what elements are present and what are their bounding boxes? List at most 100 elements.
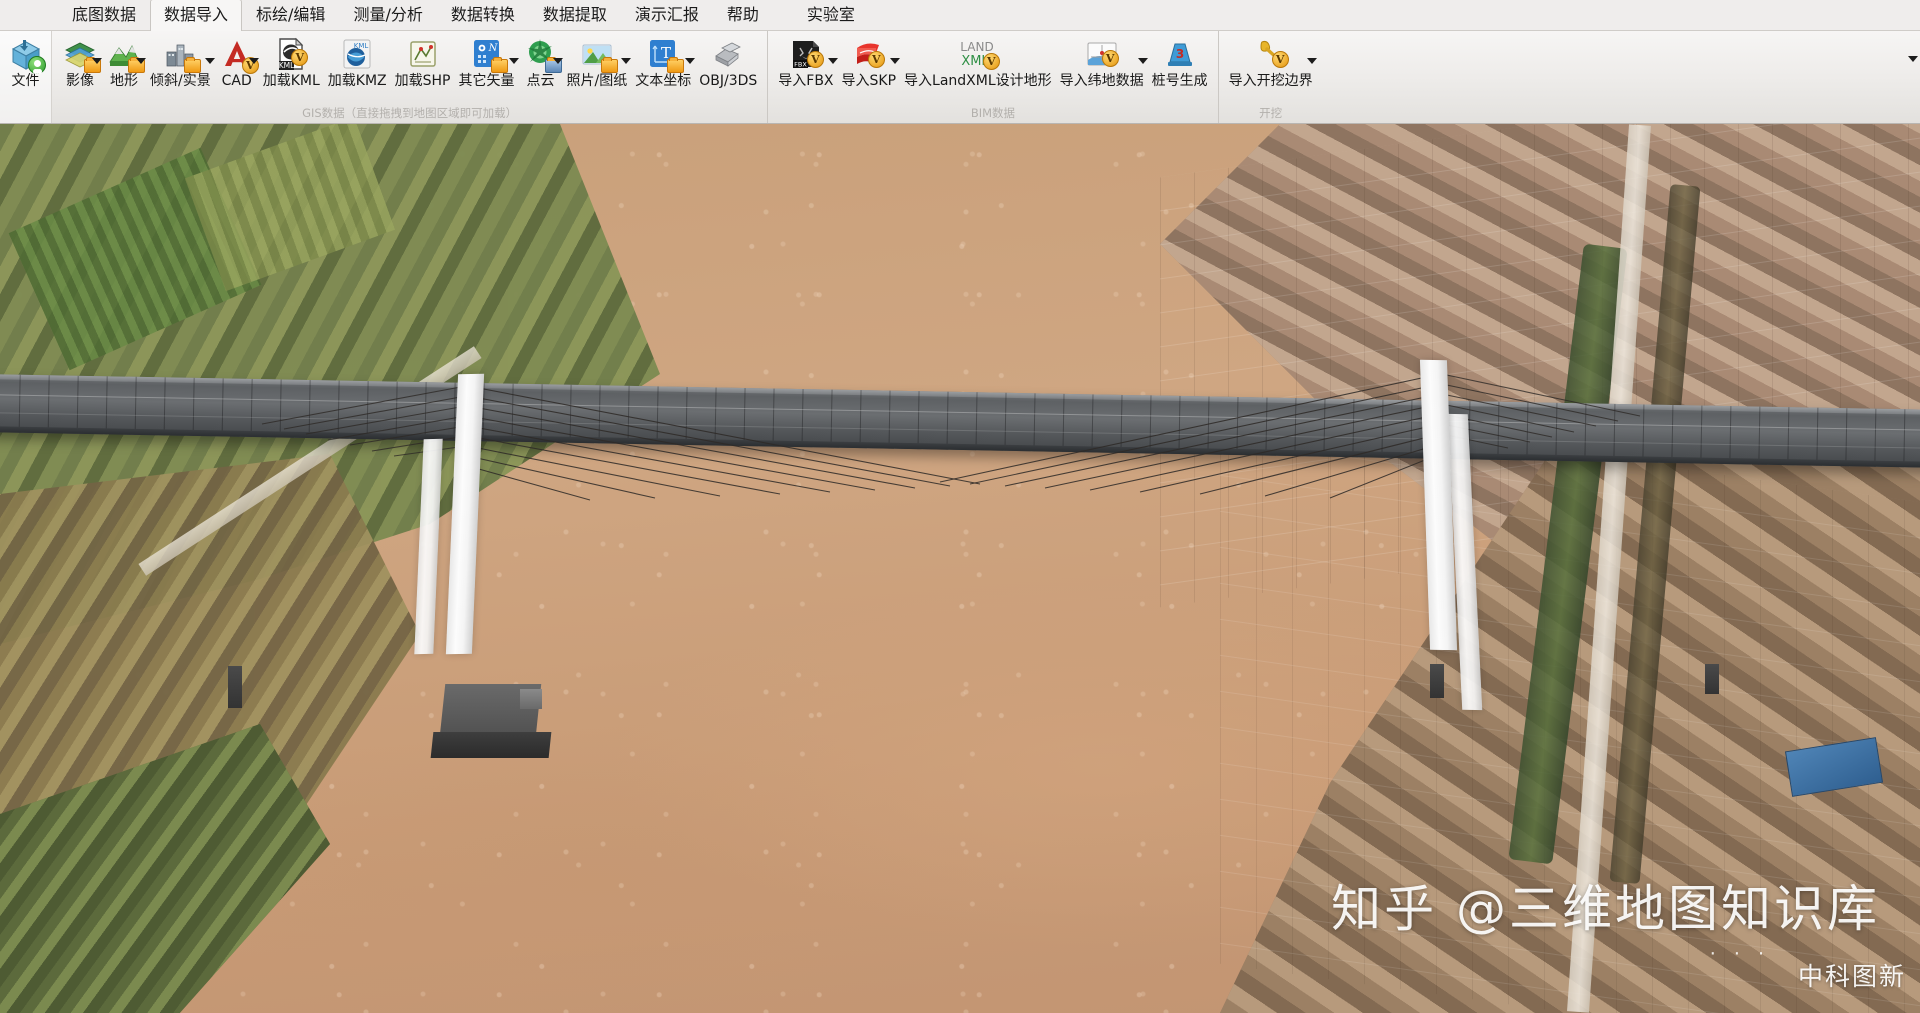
ribbon-item-label: 影像 [66, 73, 94, 89]
chevron-down-icon[interactable] [509, 58, 519, 64]
version-badge-icon: V [868, 51, 885, 68]
station-number-icon: 3 [1162, 36, 1198, 72]
ribbon-item-point-cloud[interactable]: 点云 [519, 36, 563, 89]
ribbon-item-import-skp[interactable]: V 导入SKP [838, 36, 901, 89]
bridge-pier-small [1705, 664, 1719, 694]
ribbon: 底图数据 数据导入 标绘/编辑 测量/分析 数据转换 数据提取 演示汇报 帮助 … [0, 0, 1920, 124]
ribbon-item-label: 点云 [527, 73, 555, 89]
tab-data-extract[interactable]: 数据提取 [529, 0, 621, 30]
ribbon-body: 文件 影像 [0, 31, 1920, 123]
obj-3ds-icon [710, 36, 746, 72]
ribbon-item-load-kmz[interactable]: KML 加载KMZ [324, 36, 391, 89]
version-badge-icon: V [1102, 50, 1119, 67]
ribbon-group-bim-label: BIM数据 [774, 106, 1211, 123]
3d-map-viewport[interactable]: · · · 知乎 @三维地图知识库 中科图新 [0, 124, 1920, 1013]
bridge-pier-cap [520, 689, 542, 709]
tab-base-map-data[interactable]: 底图数据 [58, 0, 150, 30]
ribbon-group-bim: FBX V 导入FBX [767, 31, 1217, 123]
ribbon-item-label: OBJ/3DS [699, 73, 757, 89]
chevron-down-icon[interactable] [828, 58, 838, 64]
fbx-icon: FBX V [788, 36, 824, 72]
ribbon-item-station-generate[interactable]: 3 桩号生成 [1148, 36, 1212, 89]
svg-text:N: N [487, 43, 498, 54]
user-badge-icon [28, 56, 46, 74]
ribbon-item-import-weidi[interactable]: V 导入纬地数据 [1056, 36, 1148, 89]
ribbon-item-label: 加载KML [263, 73, 320, 89]
version-badge-icon: V [1272, 51, 1289, 68]
folder-badge-icon [667, 59, 684, 73]
chevron-down-icon[interactable] [249, 58, 259, 64]
ribbon-item-oblique[interactable]: 倾斜/实景 [146, 36, 215, 89]
svg-text:FBX: FBX [794, 61, 807, 69]
ribbon-item-text-coordinate[interactable]: T 文本坐标 [631, 36, 695, 89]
sketchup-icon: V [851, 36, 887, 72]
text-coordinate-icon: T [645, 36, 681, 72]
weidi-data-icon: V [1084, 36, 1120, 72]
tab-presentation[interactable]: 演示汇报 [621, 0, 713, 30]
ribbon-item-label: 地形 [110, 73, 138, 89]
ribbon-group-excavation-label: 开挖 [1225, 106, 1317, 123]
ribbon-item-label: 导入纬地数据 [1060, 73, 1144, 89]
ribbon-item-import-fbx[interactable]: FBX V 导入FBX [774, 36, 837, 89]
photo-drawing-icon [579, 36, 615, 72]
excavation-shovel-icon: V [1253, 36, 1289, 72]
ribbon-item-label: 其它矢量 [459, 73, 515, 89]
ribbon-item-other-vector[interactable]: N 其它矢量 [455, 36, 519, 89]
ribbon-item-label: 加载SHP [395, 73, 451, 89]
chevron-down-icon[interactable] [205, 58, 215, 64]
landxml-icon: LAND XML V [950, 36, 1006, 72]
ribbon-tabbar: 底图数据 数据导入 标绘/编辑 测量/分析 数据转换 数据提取 演示汇报 帮助 … [0, 0, 1920, 31]
tab-data-import[interactable]: 数据导入 [150, 0, 242, 31]
ribbon-item-label: CAD [222, 73, 252, 89]
ribbon-item-imagery[interactable]: 影像 [58, 36, 102, 89]
application-window: 底图数据 数据导入 标绘/编辑 测量/分析 数据转换 数据提取 演示汇报 帮助 … [0, 0, 1920, 1013]
ribbon-item-cad[interactable]: V CAD [215, 36, 259, 89]
tab-measure-analyze[interactable]: 测量/分析 [339, 0, 436, 30]
chevron-down-icon[interactable] [92, 58, 102, 64]
watermark-main: 知乎 @三维地图知识库 [1331, 869, 1880, 941]
ribbon-group-excavation: V 导入开挖边界 开挖 [1218, 31, 1323, 123]
oblique-city-icon [162, 36, 198, 72]
ribbon-group-excavation-items: V 导入开挖边界 [1225, 31, 1317, 106]
ribbon-item-photo-drawing[interactable]: 照片/图纸 [563, 36, 632, 89]
terrain-icon [106, 36, 142, 72]
tab-data-convert[interactable]: 数据转换 [437, 0, 529, 30]
ribbon-item-load-kml[interactable]: KML V 加载KML [259, 36, 324, 89]
chevron-down-icon[interactable] [553, 58, 563, 64]
ribbon-item-label: 桩号生成 [1152, 73, 1208, 89]
kml-file-icon: KML V [273, 36, 309, 72]
chevron-down-icon[interactable] [1908, 56, 1918, 62]
ribbon-item-label: 倾斜/实景 [150, 73, 211, 89]
point-cloud-icon [523, 36, 559, 72]
chevron-down-icon[interactable] [685, 58, 695, 64]
chevron-down-icon[interactable] [1138, 58, 1148, 64]
folder-badge-icon [491, 59, 508, 73]
chevron-down-icon[interactable] [890, 58, 900, 64]
bridge-pier-foundation [431, 732, 552, 758]
tab-lab[interactable]: 实验室 [793, 0, 869, 30]
tab-help[interactable]: 帮助 [713, 0, 773, 30]
version-badge-icon: V [807, 51, 824, 68]
ribbon-item-label: 导入开挖边界 [1229, 73, 1313, 89]
ribbon-item-terrain[interactable]: 地形 [102, 36, 146, 89]
ribbon-item-label: 照片/图纸 [567, 73, 628, 89]
ribbon-item-label: 导入LandXML设计地形 [904, 73, 1052, 89]
shp-icon [405, 36, 441, 72]
chevron-down-icon[interactable] [1307, 58, 1317, 64]
tab-annotate-edit[interactable]: 标绘/编辑 [242, 0, 339, 30]
watermark-dots: · · · [1710, 943, 1770, 965]
oblique-photogrammetry-scene: · · · 知乎 @三维地图知识库 中科图新 [0, 124, 1920, 1013]
ribbon-item-import-excavation-boundary[interactable]: V 导入开挖边界 [1225, 36, 1317, 89]
chevron-down-icon[interactable] [621, 58, 631, 64]
ribbon-item-label: 导入SKP [842, 73, 897, 89]
ribbon-group-bim-items: FBX V 导入FBX [774, 31, 1211, 106]
ribbon-item-label: 文本坐标 [635, 73, 691, 89]
bridge-pier-small [1430, 664, 1444, 698]
file-button[interactable]: 文件 [0, 31, 52, 123]
chevron-down-icon[interactable] [136, 58, 146, 64]
ribbon-item-obj-3ds[interactable]: OBJ/3DS [695, 36, 761, 89]
ribbon-item-load-shp[interactable]: 加载SHP [391, 36, 455, 89]
ribbon-group-gis-label: GIS数据（直接拖拽到地图区域即可加载） [58, 106, 761, 123]
folder-badge-icon [601, 59, 618, 73]
ribbon-item-import-landxml[interactable]: LAND XML V 导入LandXML设计地形 [900, 36, 1056, 89]
